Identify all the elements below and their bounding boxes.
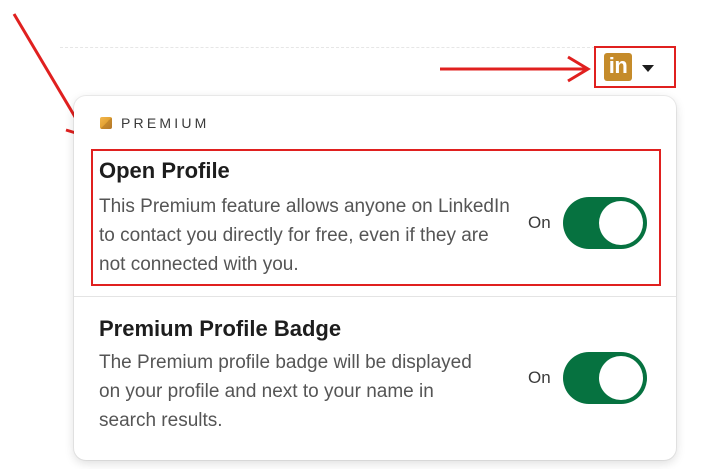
settings-divider <box>74 296 676 297</box>
setting-description: The Premium profile badge will be displa… <box>99 352 472 431</box>
header-divider <box>60 47 600 48</box>
toggle-knob <box>598 201 643 245</box>
linkedin-premium-logo: in <box>604 53 632 81</box>
toggle-state-label: On <box>528 368 551 387</box>
annotation-arrow-right <box>440 55 591 83</box>
premium-section-header: PREMIUM <box>100 115 210 131</box>
account-menu-trigger[interactable]: in <box>594 46 676 88</box>
setting-open-profile: Open Profile This Premium feature allows… <box>74 148 676 294</box>
setting-premium-profile-badge: Premium Profile Badge The Premium profil… <box>74 306 676 456</box>
premium-badge-toggle[interactable] <box>562 352 647 404</box>
open-profile-toggle-control[interactable]: On <box>528 197 647 249</box>
premium-badge-toggle-control[interactable]: On <box>528 352 647 404</box>
toggle-knob <box>598 356 643 400</box>
setting-title: Open Profile <box>99 158 230 183</box>
premium-section-label: PREMIUM <box>121 115 210 131</box>
chevron-down-icon[interactable] <box>642 64 654 72</box>
premium-badge-icon <box>100 117 112 129</box>
setting-description: This Premium feature allows anyone on Li… <box>99 196 510 275</box>
toggle-state-label: On <box>528 213 551 232</box>
setting-title: Premium Profile Badge <box>99 316 342 341</box>
premium-settings-panel: PREMIUM Open Profile This Premium featur… <box>74 96 676 460</box>
linkedin-logo-text: in <box>608 53 628 78</box>
open-profile-toggle[interactable] <box>562 197 647 249</box>
